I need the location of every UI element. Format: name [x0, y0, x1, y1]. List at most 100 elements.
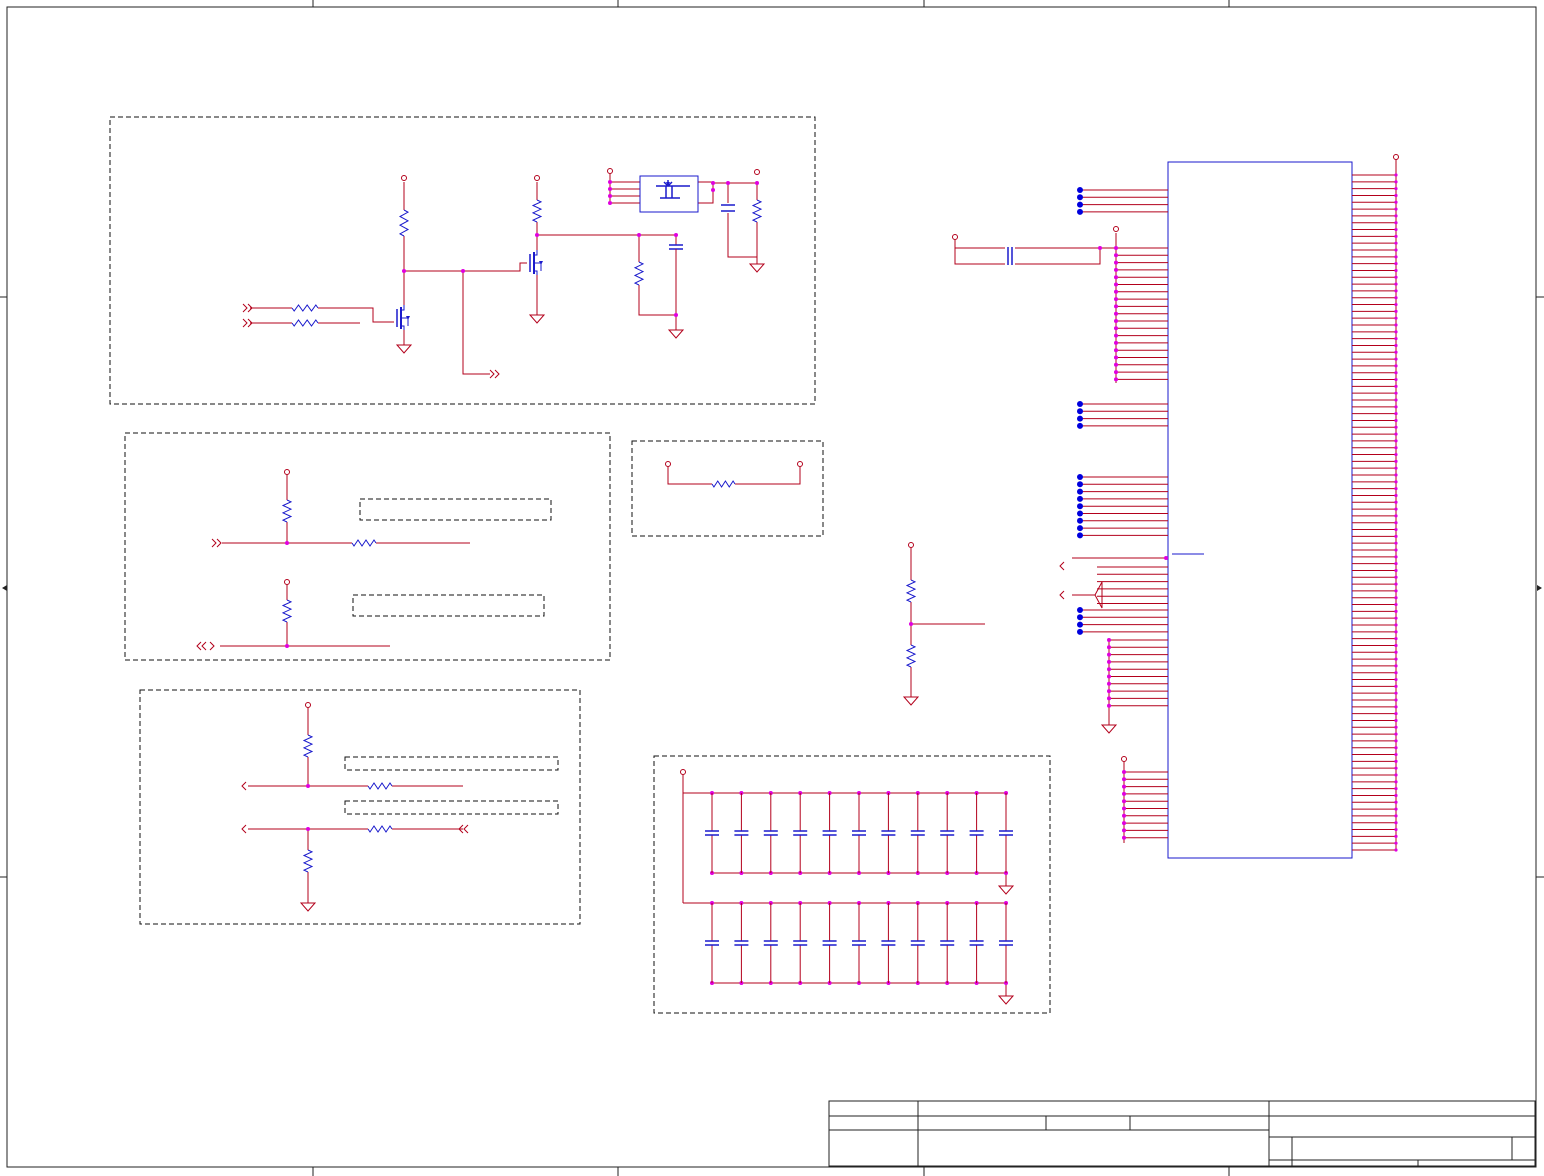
junction-dot-icon: [306, 827, 310, 831]
junction-dot-icon: [1394, 582, 1398, 586]
junction-dot-icon: [1394, 630, 1398, 634]
junction-dot-icon: [1394, 350, 1398, 354]
power-port-icon: [534, 175, 540, 181]
junction-dot-icon: [1122, 835, 1126, 840]
junction-dot-icon: [1394, 180, 1398, 184]
junction-dot-icon: [1394, 493, 1398, 498]
power-port-icon: [1113, 226, 1119, 232]
junction-dot-icon: [1114, 289, 1118, 294]
junction-dot-icon: [1394, 302, 1398, 307]
junction-dot-icon: [1098, 246, 1102, 250]
junction-dot-icon: [1394, 296, 1398, 300]
junction-dot-icon: [1394, 193, 1398, 198]
junction-dot-icon: [1114, 355, 1118, 360]
junction-dot-icon: [1394, 568, 1398, 573]
junction-dot-icon: [1394, 752, 1398, 757]
junction-dot-icon: [1394, 405, 1398, 409]
net-label-pin-icon: [1077, 510, 1083, 517]
junction-dot-icon: [608, 201, 612, 205]
net-label-pin-icon: [1077, 408, 1083, 415]
net-label-pin-icon: [1077, 187, 1083, 193]
junction-dot-icon: [1394, 746, 1398, 750]
junction-dot-icon: [1122, 821, 1126, 826]
junction-dot-icon: [608, 194, 612, 198]
net-label-pin-icon: [1077, 517, 1083, 524]
junction-dot-icon: [1122, 770, 1126, 774]
junction-dot-icon: [1394, 234, 1398, 238]
junction-dot-icon: [1114, 340, 1118, 345]
junction-dot-icon: [755, 181, 759, 185]
junction-dot-icon: [1114, 311, 1118, 316]
junction-dot-icon: [1394, 807, 1398, 811]
junction-dot-icon: [1394, 173, 1398, 177]
junction-dot-icon: [1122, 777, 1126, 782]
junction-dot-icon: [1394, 800, 1398, 804]
junction-dot-icon: [1114, 326, 1118, 331]
net-label-pin-icon: [1077, 614, 1083, 621]
junction-dot-icon: [1394, 534, 1398, 538]
junction-dot-icon: [1394, 514, 1398, 518]
net-label-pin-icon: [1077, 503, 1083, 510]
junction-dot-icon: [1394, 207, 1398, 211]
junction-dot-icon: [1394, 282, 1398, 286]
junction-dot-icon: [1394, 200, 1398, 204]
junction-dot-icon: [285, 644, 289, 648]
junction-dot-icon: [1107, 681, 1111, 686]
junction-dot-icon: [1394, 657, 1398, 661]
junction-dot-icon: [1114, 253, 1118, 258]
junction-dot-icon: [1394, 698, 1398, 702]
junction-dot-icon: [1114, 362, 1118, 367]
junction-dot-icon: [726, 181, 730, 185]
power-port-icon: [401, 175, 407, 181]
junction-dot-icon: [1107, 696, 1111, 701]
junction-dot-icon: [1394, 589, 1398, 593]
junction-dot-icon: [1394, 459, 1398, 463]
junction-dot-icon: [1394, 452, 1398, 457]
junction-dot-icon: [1164, 556, 1168, 560]
power-port-icon: [1121, 756, 1127, 762]
net-label-pin-icon: [1077, 415, 1083, 422]
junction-dot-icon: [1394, 500, 1398, 504]
junction-dot-icon: [402, 269, 406, 273]
junction-dot-icon: [1107, 645, 1111, 650]
net-label-pin-icon: [1077, 532, 1083, 539]
junction-dot-icon: [1394, 275, 1398, 279]
net-label-pin-icon: [1077, 401, 1083, 407]
junction-dot-icon: [1394, 480, 1398, 484]
junction-dot-icon: [909, 622, 913, 626]
power-port-icon: [284, 469, 290, 475]
junction-dot-icon: [1394, 241, 1398, 245]
junction-dot-icon: [1394, 609, 1398, 613]
junction-dot-icon: [1114, 348, 1118, 353]
junction-dot-icon: [1122, 806, 1126, 811]
junction-dot-icon: [1394, 377, 1398, 382]
junction-dot-icon: [1394, 759, 1398, 763]
junction-dot-icon: [1394, 773, 1398, 777]
junction-dot-icon: [674, 233, 678, 237]
junction-dot-icon: [637, 233, 641, 237]
power-port-icon: [665, 461, 671, 467]
junction-dot-icon: [1114, 246, 1118, 250]
net-label-pin-icon: [1077, 488, 1083, 495]
junction-dot-icon: [1394, 623, 1398, 627]
junction-dot-icon: [1394, 521, 1398, 525]
junction-dot-icon: [1114, 297, 1118, 302]
junction-dot-icon: [1394, 384, 1398, 388]
net-label-pin-icon: [1077, 208, 1083, 215]
junction-dot-icon: [1394, 507, 1398, 511]
junction-dot-icon: [711, 181, 715, 185]
net-label-pin-icon: [1077, 201, 1083, 208]
power-port-icon: [1393, 154, 1399, 160]
junction-dot-icon: [1394, 664, 1398, 668]
junction-dot-icon: [1114, 282, 1118, 287]
net-label-pin-icon: [1077, 422, 1083, 429]
net-label-pin-icon: [1077, 525, 1083, 532]
junction-dot-icon: [1114, 304, 1118, 309]
junction-dot-icon: [1394, 330, 1398, 334]
power-port-icon: [284, 579, 290, 585]
junction-dot-icon: [1394, 834, 1398, 838]
junction-dot-icon: [1122, 799, 1126, 804]
junction-dot-icon: [674, 313, 678, 317]
junction-dot-icon: [1394, 487, 1398, 491]
junction-dot-icon: [1394, 650, 1398, 654]
